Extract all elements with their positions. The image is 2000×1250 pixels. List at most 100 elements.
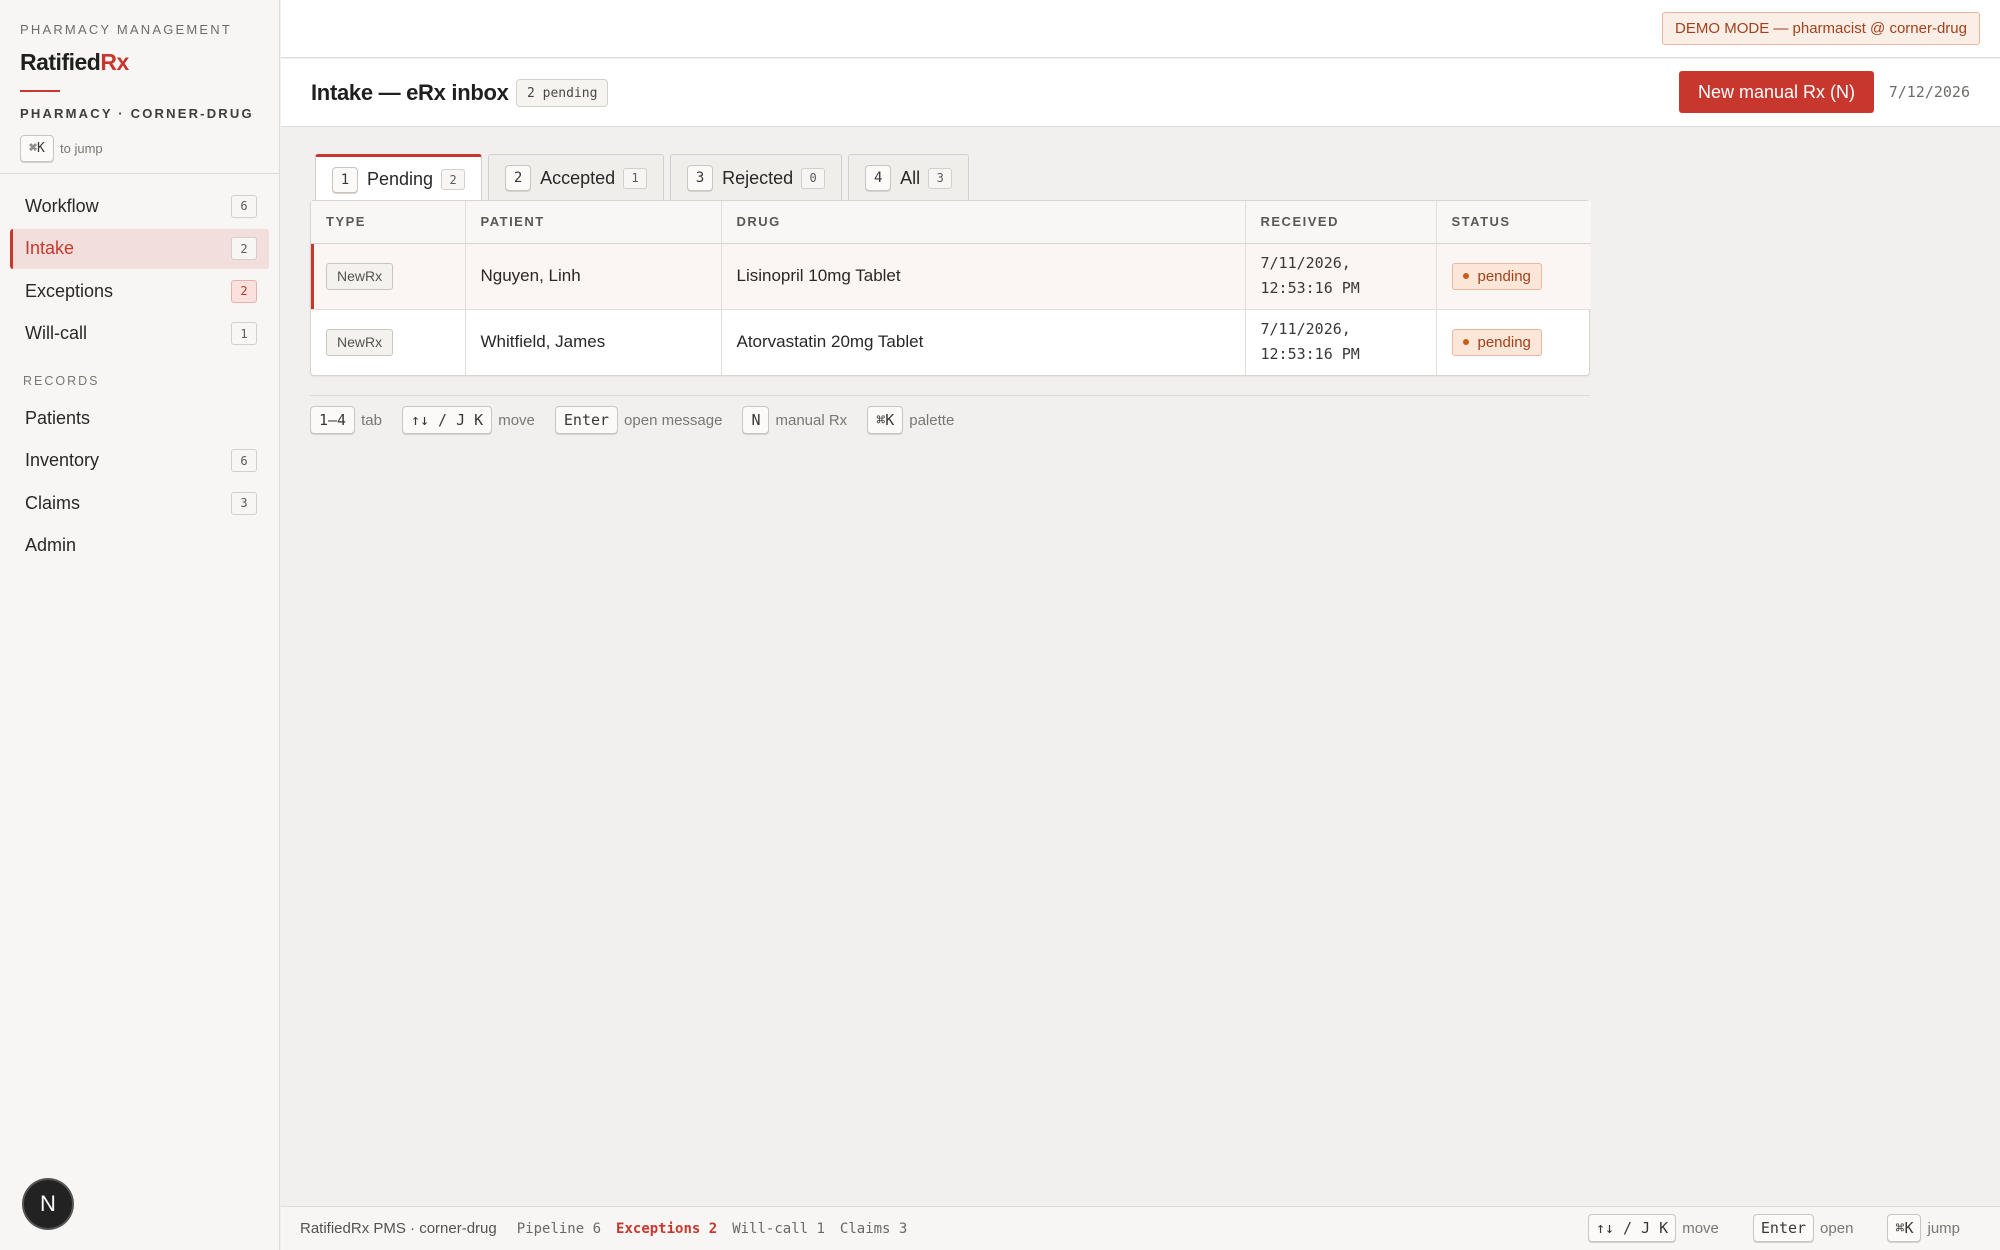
sidebar: PHARMACY MANAGEMENT RatifiedRx PHARMACY … xyxy=(0,0,280,1250)
brand-eyebrow: PHARMACY MANAGEMENT xyxy=(20,22,233,37)
sidebar-item-will-call[interactable]: Will-call 1 xyxy=(10,314,269,354)
sidebar-item-count: 1 xyxy=(231,322,257,345)
hint-key: ↑↓ / J K xyxy=(401,406,493,434)
jump-label: to jump xyxy=(60,141,103,156)
intake-tabs: 1 Pending 2 2 Accepted 1 3 Rejected 0 4 … xyxy=(315,154,975,202)
patient-cell: Whitfield, James xyxy=(465,309,722,375)
brand-rule xyxy=(20,90,60,92)
sidebar-item-label: Workflow xyxy=(25,195,99,216)
brand-block: PHARMACY MANAGEMENT RatifiedRx PHARMACY … xyxy=(0,0,279,174)
new-manual-rx-button[interactable]: New manual Rx (N) xyxy=(1679,71,1874,113)
tab-count: 1 xyxy=(623,167,648,189)
column-header-received[interactable]: RECEIVED xyxy=(1245,201,1437,244)
footer-stat-will-call[interactable]: Will-call 1 xyxy=(732,1221,825,1237)
avatar[interactable]: N xyxy=(24,1180,72,1228)
received-cell: 7/11/2026, 12:53:16 PM xyxy=(1245,309,1437,375)
sidebar-item-count: 6 xyxy=(231,449,257,472)
footer-app-name: RatifiedRx PMS · corner-drug xyxy=(300,1220,497,1237)
sidebar-item-count: 2 xyxy=(231,279,257,303)
drug-cell: Lisinopril 10mg Tablet xyxy=(721,243,1246,310)
tab-label: Pending xyxy=(367,169,434,189)
hint-label: palette xyxy=(909,411,955,429)
status-cell: pending xyxy=(1436,309,1591,375)
received-date: 7/11/2026, xyxy=(1260,254,1351,272)
sidebar-item-label: Patients xyxy=(25,407,91,428)
hint-key: 1–4 xyxy=(310,406,356,434)
sidebar-item-label: Claims xyxy=(25,492,81,513)
table-row[interactable]: NewRx Nguyen, Linh Lisinopril 10mg Table… xyxy=(311,243,1591,310)
jump-key[interactable]: ⌘K xyxy=(20,135,54,162)
sidebar-nav: Workflow 6 Intake 2 Exceptions 2 Will-ca… xyxy=(0,174,279,566)
status-dot-icon xyxy=(1462,339,1469,346)
erx-table: TYPE PATIENT DRUG RECEIVED STATUS NewRx … xyxy=(310,200,1591,376)
hint-label: open xyxy=(1820,1219,1854,1237)
hint-label: jump xyxy=(1927,1219,1960,1237)
footer-hint-jump: ⌘K jump xyxy=(1887,1214,1960,1242)
table-row[interactable]: NewRx Whitfield, James Atorvastatin 20mg… xyxy=(311,309,1591,375)
sidebar-item-count: 6 xyxy=(231,194,257,218)
hint-key: N xyxy=(742,406,770,434)
sidebar-item-admin[interactable]: Admin xyxy=(10,526,269,566)
hint-manual-rx: N manual Rx xyxy=(742,406,847,434)
pharmacy-name: PHARMACY · CORNER-DRUG xyxy=(20,106,254,121)
footer-stat-exceptions[interactable]: Exceptions 2 xyxy=(616,1221,717,1237)
hint-key: Enter xyxy=(1752,1214,1815,1242)
tab-label: Accepted xyxy=(540,167,616,188)
divider xyxy=(310,395,1590,396)
pending-count-chip: 2 pending xyxy=(516,79,609,107)
tab-accepted[interactable]: 2 Accepted 1 xyxy=(488,154,665,201)
patient-cell: Nguyen, Linh xyxy=(465,243,722,310)
hint-open-message: Enter open message xyxy=(554,406,722,434)
sidebar-item-label: Admin xyxy=(25,535,77,555)
column-header-status[interactable]: STATUS xyxy=(1436,201,1591,244)
column-header-type[interactable]: TYPE xyxy=(311,201,466,244)
hint-palette: ⌘K palette xyxy=(867,406,954,434)
status-label: pending xyxy=(1477,333,1531,351)
type-tag: NewRx xyxy=(326,262,394,290)
status-label: pending xyxy=(1477,267,1531,285)
hint-label: tab xyxy=(361,411,382,429)
type-tag: NewRx xyxy=(326,328,394,356)
tab-rejected[interactable]: 3 Rejected 0 xyxy=(670,154,843,201)
tab-key: 2 xyxy=(505,165,532,191)
column-header-patient[interactable]: PATIENT xyxy=(465,201,722,244)
sidebar-item-patients[interactable]: Patients xyxy=(10,398,269,438)
tab-all[interactable]: 4 All 3 xyxy=(848,154,970,201)
sidebar-item-label: Exceptions xyxy=(25,280,114,301)
tab-pending[interactable]: 1 Pending 2 xyxy=(315,154,483,202)
hint-key: Enter xyxy=(554,406,619,434)
status-bar: RatifiedRx PMS · corner-drug Pipeline 6 … xyxy=(281,1206,2000,1250)
sidebar-item-inventory[interactable]: Inventory 6 xyxy=(10,441,269,481)
sidebar-item-label: Inventory xyxy=(25,450,100,470)
footer-hints: ↑↓ / J K move Enter open ⌘K jump xyxy=(1587,1214,1980,1242)
received-date: 7/11/2026, xyxy=(1260,320,1351,339)
tab-count: 3 xyxy=(928,167,953,189)
jump-hint: ⌘K to jump xyxy=(20,135,259,162)
column-header-drug[interactable]: DRUG xyxy=(721,201,1246,244)
tab-count: 0 xyxy=(801,167,826,189)
footer-stat-claims[interactable]: Claims 3 xyxy=(840,1221,907,1237)
page-header: Intake — eRx inbox 2 pending New manual … xyxy=(281,59,2000,127)
tab-label: All xyxy=(900,167,921,188)
sidebar-item-claims[interactable]: Claims 3 xyxy=(10,483,269,523)
tab-count: 2 xyxy=(441,169,466,190)
sidebar-item-label: Will-call xyxy=(25,323,87,343)
sidebar-item-count: 3 xyxy=(231,491,257,515)
table-header-row: TYPE PATIENT DRUG RECEIVED STATUS xyxy=(311,201,1591,244)
hint-key: ↑↓ / J K xyxy=(1587,1214,1677,1242)
status-badge: pending xyxy=(1451,328,1542,356)
hint-label: move xyxy=(498,411,535,429)
tab-key: 3 xyxy=(687,165,714,191)
footer-hint-open: Enter open xyxy=(1752,1214,1868,1242)
sidebar-item-exceptions[interactable]: Exceptions 2 xyxy=(10,271,269,311)
type-cell: NewRx xyxy=(311,243,466,310)
keyboard-hints: 1–4 tab ↑↓ / J K move Enter open message… xyxy=(310,406,974,434)
sidebar-item-workflow[interactable]: Workflow 6 xyxy=(10,186,269,226)
hint-key: ⌘K xyxy=(867,406,904,434)
brand-logo[interactable]: RatifiedRx xyxy=(20,49,259,76)
current-date: 7/12/2026 xyxy=(1888,83,1970,101)
footer-stat-pipeline[interactable]: Pipeline 6 xyxy=(517,1221,601,1237)
received-cell: 7/11/2026, 12:53:16 PM xyxy=(1245,243,1437,310)
top-bar: DEMO MODE — pharmacist @ corner-drug xyxy=(281,0,2000,58)
sidebar-item-intake[interactable]: Intake 2 xyxy=(10,228,269,269)
